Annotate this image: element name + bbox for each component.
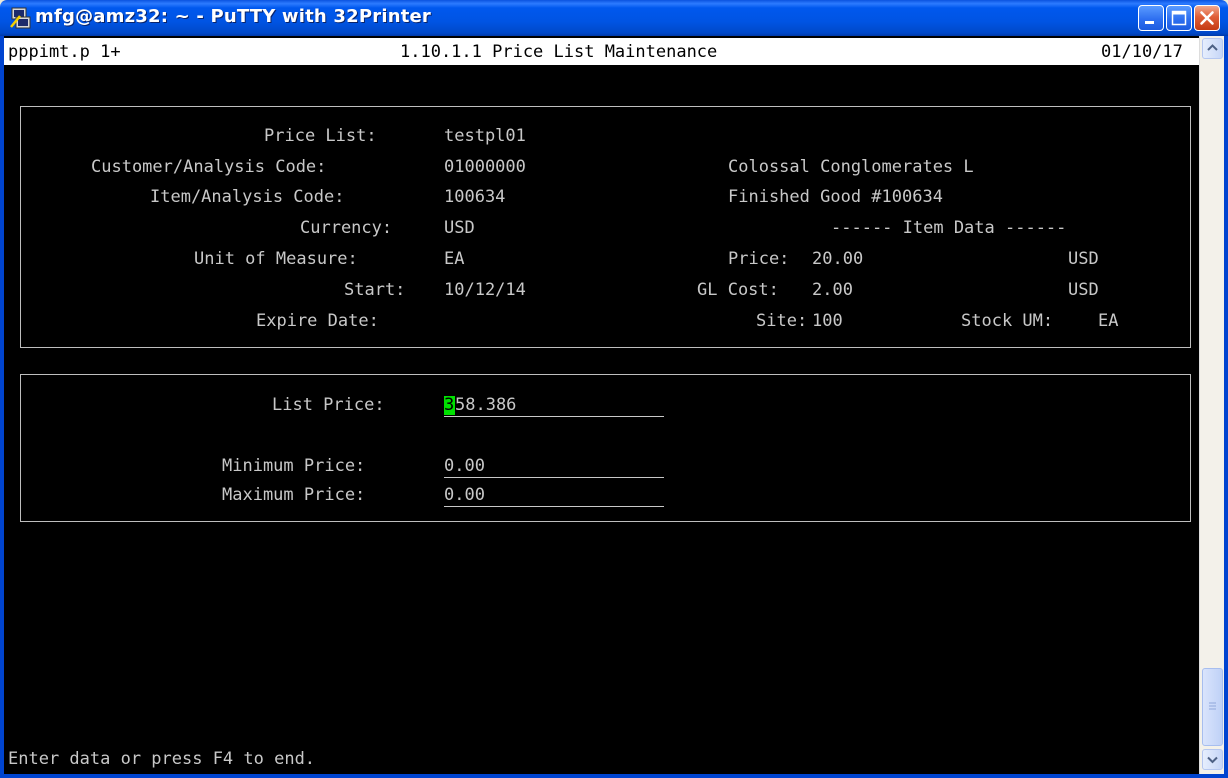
header-date: 01/10/17 — [1101, 42, 1183, 62]
status-line: Enter data or press F4 to end. — [8, 749, 316, 769]
menu-title: 1.10.1.1 Price List Maintenance — [400, 42, 718, 62]
chevron-down-icon — [1207, 756, 1218, 764]
scroll-up-button[interactable] — [1202, 38, 1223, 59]
chevron-up-icon — [1207, 44, 1218, 51]
customer-code-field[interactable]: 01000000 — [444, 158, 526, 177]
scroll-thumb[interactable] — [1202, 668, 1223, 746]
gl-cost-label: GL Cost: — [697, 280, 779, 300]
price-list-label: Price List: — [264, 126, 377, 146]
list-price-label: List Price: — [272, 395, 385, 415]
currency-label: Currency: — [300, 218, 393, 238]
close-button[interactable] — [1194, 5, 1220, 31]
customer-code-label: Customer/Analysis Code: — [91, 157, 327, 177]
scroll-down-button[interactable] — [1202, 749, 1223, 770]
list-price-cursor-char: 3 — [444, 395, 455, 415]
putty-window: mfg@amz32: ~ - PuTTY with 32Printer pppi… — [0, 0, 1228, 778]
uom-label: Unit of Measure: — [194, 249, 358, 269]
window-title: mfg@amz32: ~ - PuTTY with 32Printer — [35, 6, 432, 27]
minimize-icon — [1145, 21, 1154, 24]
list-price-underline — [444, 416, 664, 417]
maximum-price-underline — [444, 506, 664, 507]
gl-cost-value: 2.00 — [812, 280, 853, 300]
grip-icon — [1209, 702, 1216, 710]
close-icon — [1200, 11, 1214, 25]
price-frame — [20, 374, 1191, 522]
putty-icon[interactable] — [9, 7, 31, 29]
title-bar[interactable]: mfg@amz32: ~ - PuTTY with 32Printer — [0, 0, 1228, 36]
stock-um-label: Stock UM: — [961, 311, 1054, 331]
price-label: Price: — [728, 249, 790, 269]
list-price-field[interactable]: 58.386 — [455, 396, 516, 415]
maximize-icon — [1171, 10, 1187, 26]
item-data-header: ------ Item Data ------ — [831, 218, 1067, 238]
customer-name: Colossal Conglomerates L — [728, 157, 974, 177]
maximize-button[interactable] — [1166, 5, 1192, 31]
item-code-field[interactable]: 100634 — [444, 188, 505, 207]
site-label: Site: — [756, 311, 808, 331]
vertical-scrollbar[interactable] — [1199, 36, 1224, 774]
maximum-price-field[interactable]: 0.00 — [444, 486, 485, 505]
price-value: 20.00 — [812, 249, 864, 269]
maximum-price-label: Maximum Price: — [222, 485, 366, 505]
currency-field[interactable]: USD — [444, 219, 475, 238]
header-bar: pppimt.p 1+ 1.10.1.1 Price List Maintena… — [4, 38, 1199, 65]
start-field[interactable]: 10/12/14 — [444, 281, 526, 300]
minimize-button[interactable] — [1138, 5, 1164, 31]
expire-date-label: Expire Date: — [256, 311, 379, 331]
gl-cost-currency: USD — [1068, 280, 1099, 300]
minimum-price-field[interactable]: 0.00 — [444, 457, 485, 476]
stock-um-value: EA — [1098, 311, 1119, 331]
item-description: Finished Good #100634 — [728, 187, 943, 207]
terminal-screen[interactable]: pppimt.p 1+ 1.10.1.1 Price List Maintena… — [4, 36, 1199, 774]
minimum-price-label: Minimum Price: — [222, 456, 366, 476]
start-label: Start: — [344, 280, 406, 300]
site-value: 100 — [812, 311, 843, 331]
minimum-price-underline — [444, 477, 664, 478]
price-list-field[interactable]: testpl01 — [444, 127, 526, 146]
uom-field[interactable]: EA — [444, 250, 464, 269]
program-name: pppimt.p 1+ — [8, 42, 121, 62]
item-code-label: Item/Analysis Code: — [150, 187, 345, 207]
price-currency: USD — [1068, 249, 1099, 269]
